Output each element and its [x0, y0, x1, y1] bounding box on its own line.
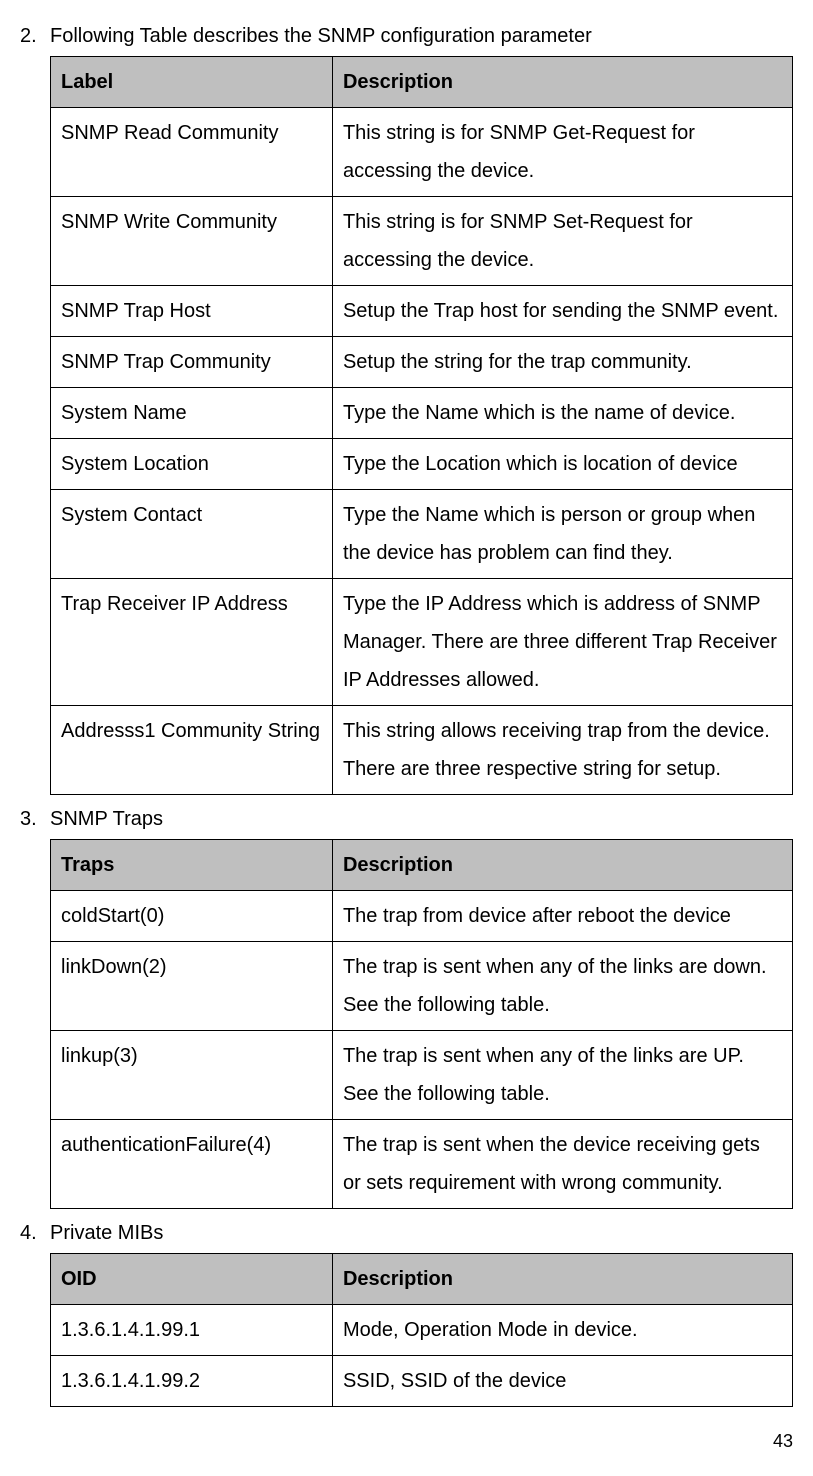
table-body-3: coldStart(0)The trap from device after r…	[51, 891, 793, 1209]
table-row: 1.3.6.1.4.1.99.1Mode, Operation Mode in …	[51, 1305, 793, 1356]
table-cell-label: 1.3.6.1.4.1.99.1	[51, 1305, 333, 1356]
table-cell-label: SNMP Read Community	[51, 108, 333, 197]
table-cell-description: Type the IP Address which is address of …	[332, 579, 792, 706]
table-cell-label: Trap Receiver IP Address	[51, 579, 333, 706]
table-cell-description: Setup the string for the trap community.	[332, 337, 792, 388]
table-cell-label: System Location	[51, 439, 333, 490]
table-header-description: Description	[332, 1254, 792, 1305]
table-row: coldStart(0)The trap from device after r…	[51, 891, 793, 942]
table-cell-description: This string allows receiving trap from t…	[332, 706, 792, 795]
table-cell-description: The trap is sent when any of the links a…	[332, 1031, 792, 1120]
table-row: SNMP Write CommunityThis string is for S…	[51, 197, 793, 286]
table-cell-label: Addresss1 Community String	[51, 706, 333, 795]
table-cell-description: The trap is sent when any of the links a…	[332, 942, 792, 1031]
section-2-heading: 2. Following Table describes the SNMP co…	[20, 20, 793, 52]
table-row: linkDown(2)The trap is sent when any of …	[51, 942, 793, 1031]
table-cell-label: SNMP Write Community	[51, 197, 333, 286]
table-header-row: OID Description	[51, 1254, 793, 1305]
table-header-row: Label Description	[51, 57, 793, 108]
section-4-heading: 4. Private MIBs	[20, 1217, 793, 1249]
table-header-description: Description	[332, 840, 792, 891]
table-cell-description: SSID, SSID of the device	[332, 1356, 792, 1407]
table-cell-description: The trap is sent when the device receivi…	[332, 1120, 792, 1209]
table-row: System LocationType the Location which i…	[51, 439, 793, 490]
table-row: 1.3.6.1.4.1.99.2SSID, SSID of the device	[51, 1356, 793, 1407]
list-text: SNMP Traps	[50, 803, 793, 835]
table-row: SNMP Trap CommunitySetup the string for …	[51, 337, 793, 388]
table-row: SNMP Trap HostSetup the Trap host for se…	[51, 286, 793, 337]
table-cell-description: Type the Name which is the name of devic…	[332, 388, 792, 439]
table-row: linkup(3)The trap is sent when any of th…	[51, 1031, 793, 1120]
list-number: 4.	[20, 1217, 50, 1249]
table-header-row: Traps Description	[51, 840, 793, 891]
table-header-oid: OID	[51, 1254, 333, 1305]
table-cell-description: Setup the Trap host for sending the SNMP…	[332, 286, 792, 337]
table-cell-description: This string is for SNMP Get-Request for …	[332, 108, 792, 197]
table-body-2: SNMP Read CommunityThis string is for SN…	[51, 108, 793, 795]
table-row: Addresss1 Community StringThis string al…	[51, 706, 793, 795]
table-cell-label: SNMP Trap Community	[51, 337, 333, 388]
table-cell-label: coldStart(0)	[51, 891, 333, 942]
section-3-heading: 3. SNMP Traps	[20, 803, 793, 835]
table-cell-label: SNMP Trap Host	[51, 286, 333, 337]
list-number: 3.	[20, 803, 50, 835]
table-cell-label: System Name	[51, 388, 333, 439]
table-cell-label: linkup(3)	[51, 1031, 333, 1120]
table-cell-label: linkDown(2)	[51, 942, 333, 1031]
table-header-traps: Traps	[51, 840, 333, 891]
table-row: Trap Receiver IP AddressType the IP Addr…	[51, 579, 793, 706]
table-header-description: Description	[332, 57, 792, 108]
list-number: 2.	[20, 20, 50, 52]
table-cell-description: Type the Location which is location of d…	[332, 439, 792, 490]
table-cell-label: System Contact	[51, 490, 333, 579]
private-mibs-table: OID Description 1.3.6.1.4.1.99.1Mode, Op…	[50, 1253, 793, 1407]
table-cell-description: This string is for SNMP Set-Request for …	[332, 197, 792, 286]
table-row: System NameType the Name which is the na…	[51, 388, 793, 439]
table-body-4: 1.3.6.1.4.1.99.1Mode, Operation Mode in …	[51, 1305, 793, 1407]
snmp-traps-table: Traps Description coldStart(0)The trap f…	[50, 839, 793, 1209]
table-row: SNMP Read CommunityThis string is for SN…	[51, 108, 793, 197]
table-header-label: Label	[51, 57, 333, 108]
table-row: System ContactType the Name which is per…	[51, 490, 793, 579]
table-row: authenticationFailure(4)The trap is sent…	[51, 1120, 793, 1209]
table-cell-label: 1.3.6.1.4.1.99.2	[51, 1356, 333, 1407]
snmp-config-table: Label Description SNMP Read CommunityThi…	[50, 56, 793, 795]
page-number: 43	[20, 1427, 793, 1456]
list-text: Following Table describes the SNMP confi…	[50, 20, 793, 52]
table-cell-description: Mode, Operation Mode in device.	[332, 1305, 792, 1356]
table-cell-label: authenticationFailure(4)	[51, 1120, 333, 1209]
table-cell-description: Type the Name which is person or group w…	[332, 490, 792, 579]
list-text: Private MIBs	[50, 1217, 793, 1249]
table-cell-description: The trap from device after reboot the de…	[332, 891, 792, 942]
